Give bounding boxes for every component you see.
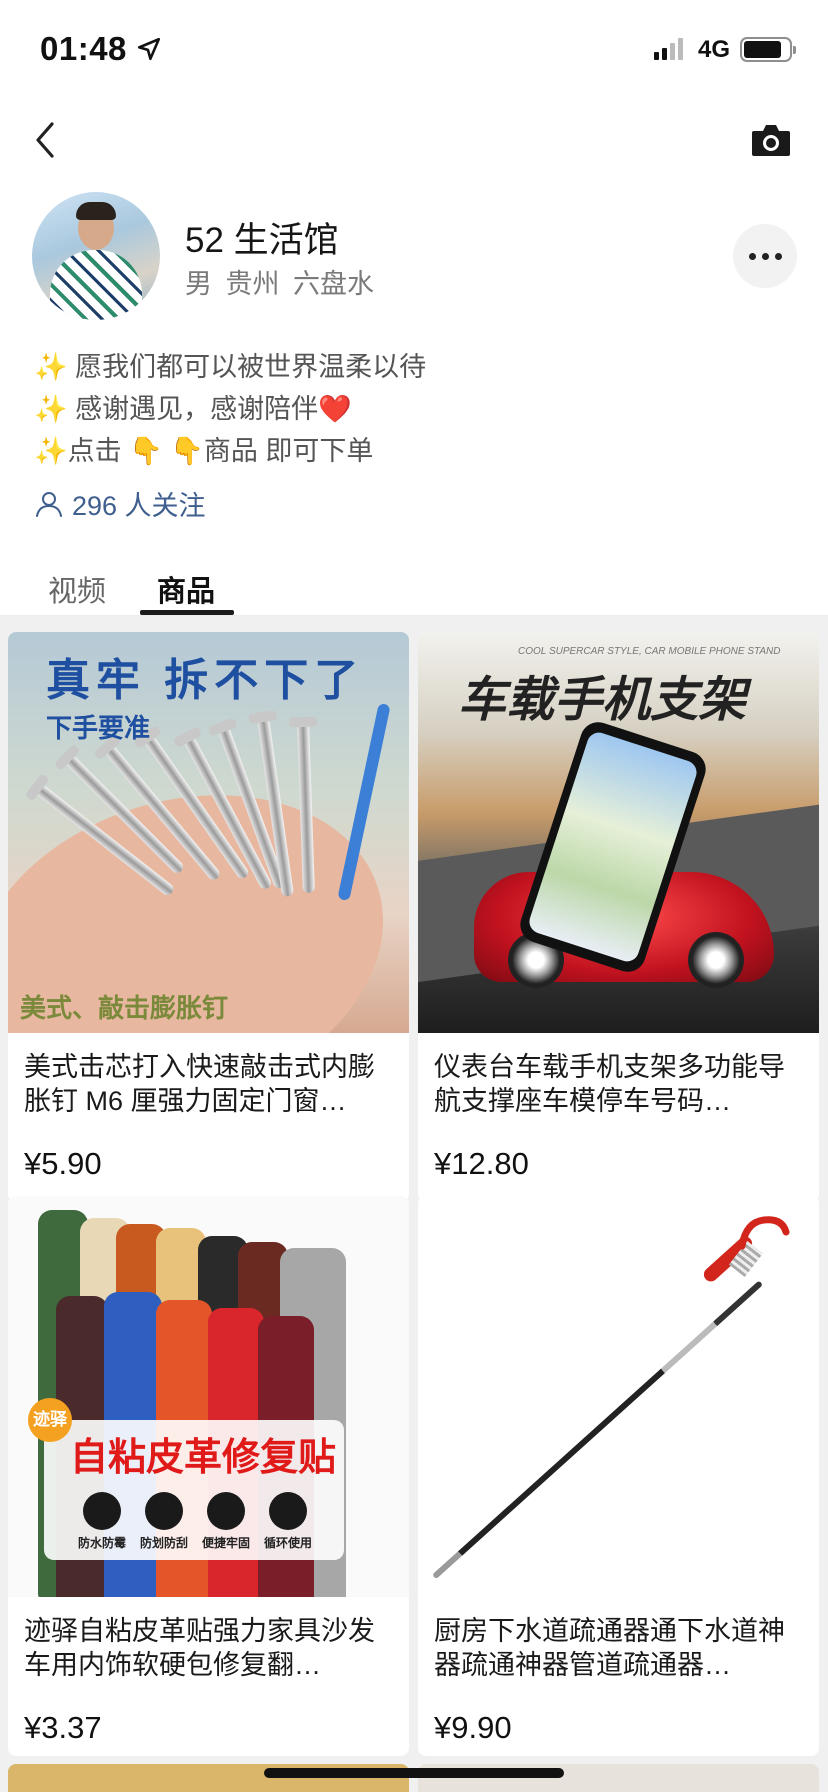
followers-link[interactable]: 296 人关注: [34, 484, 206, 523]
more-dots-icon: [748, 252, 756, 260]
product-grid: 真牢 拆不下了 下手要准 美式、敲击膨胀钉 美式击芯打入快速敲击式内膨胀钉 M6…: [0, 616, 828, 1792]
product-card[interactable]: 真牢 拆不下了 下手要准 美式、敲击膨胀钉 美式击芯打入快速敲击式内膨胀钉 M6…: [8, 632, 409, 1202]
product-price: ¥3.37: [24, 1710, 102, 1745]
battery-icon: [740, 37, 796, 62]
product-title: 厨房下水道疏通器通下水道神器疏通神器管道疏通器…: [434, 1616, 785, 1680]
network-type: 4G: [698, 36, 731, 63]
profile-gender: 男: [185, 269, 212, 299]
feature-waterproof: 防水防霉: [72, 1492, 132, 1551]
profile-name: 52 生活馆: [185, 221, 339, 260]
bio-line: ✨ 愿我们都可以被世界温柔以待: [34, 352, 427, 382]
status-bar: 01:48 4G: [0, 0, 828, 100]
user-icon: [36, 491, 62, 517]
followers-count: 296 人关注: [72, 491, 206, 521]
profile-bio: ✨ 愿我们都可以被世界温柔以待 ✨ 感谢遇见，感谢陪伴❤️ ✨点击 👇 👇商品 …: [34, 346, 426, 472]
image-caption: COOL SUPERCAR STYLE, CAR MOBILE PHONE ST…: [518, 646, 781, 657]
brand-badge: 迹驿: [28, 1398, 72, 1442]
product-card[interactable]: COOL SUPERCAR STYLE, CAR MOBILE PHONE ST…: [418, 632, 819, 1202]
product-price: ¥9.90: [434, 1710, 512, 1745]
product-image: 迹驿 自粘皮革修复贴 防水防霉 防划防刮 便捷牢固 循环使用: [8, 1196, 409, 1597]
status-time: 01:48: [40, 30, 127, 67]
product-image: COOL SUPERCAR STYLE, CAR MOBILE PHONE ST…: [418, 632, 819, 1033]
bio-line: ✨点击 👇 👇商品 即可下单: [34, 436, 374, 466]
signal-icon: [654, 38, 683, 60]
chevron-left-icon[interactable]: [30, 118, 60, 162]
profile-location: 贵州 六盘水: [225, 269, 375, 299]
image-footer: 美式、敲击膨胀钉: [20, 993, 229, 1023]
product-title: 仪表台车载手机支架多功能导航支撑座车模停车号码…: [434, 1052, 785, 1116]
product-title: 迹驿自粘皮革贴强力家具沙发车用内饰软硬包修复翻…: [24, 1616, 375, 1680]
image-subtitle: 下手要准: [46, 713, 151, 743]
tab-bar: 视频 商品: [0, 562, 828, 616]
feature-sturdy: 便捷牢固: [196, 1492, 256, 1551]
more-button[interactable]: [733, 224, 797, 288]
image-headline: 自粘皮革修复贴: [70, 1437, 337, 1479]
feature-reusable: 循环使用: [258, 1492, 318, 1551]
product-title: 美式击芯打入快速敲击式内膨胀钉 M6 厘强力固定门窗…: [24, 1052, 375, 1116]
product-price: ¥5.90: [24, 1146, 102, 1181]
tab-products[interactable]: 商品: [157, 568, 215, 610]
claw-icon: [738, 1216, 790, 1250]
product-image: 真牢 拆不下了 下手要准 美式、敲击膨胀钉: [8, 632, 409, 1033]
avatar[interactable]: [32, 192, 160, 320]
profile-meta: 男 贵州 六盘水: [185, 262, 374, 301]
tab-videos[interactable]: 视频: [48, 568, 106, 610]
product-image: [418, 1196, 819, 1597]
image-headline: 车载手机支架: [458, 674, 747, 727]
product-card[interactable]: 迹驿 自粘皮革修复贴 防水防霉 防划防刮 便捷牢固 循环使用 迹驿自粘皮革贴强力…: [8, 1196, 409, 1756]
home-indicator: [264, 1768, 564, 1778]
location-arrow-icon: [137, 37, 161, 61]
camera-icon[interactable]: [750, 122, 792, 158]
image-headline: 真牢 拆不下了: [46, 656, 365, 705]
feature-scratchproof: 防划防刮: [134, 1492, 194, 1551]
product-price: ¥12.80: [434, 1146, 529, 1181]
product-card[interactable]: 厨房下水道疏通器通下水道神器疏通神器管道疏通器… ¥9.90: [418, 1196, 819, 1756]
bio-line: ✨ 感谢遇见，感谢陪伴❤️: [34, 394, 352, 424]
tab-active-indicator: [140, 610, 234, 615]
